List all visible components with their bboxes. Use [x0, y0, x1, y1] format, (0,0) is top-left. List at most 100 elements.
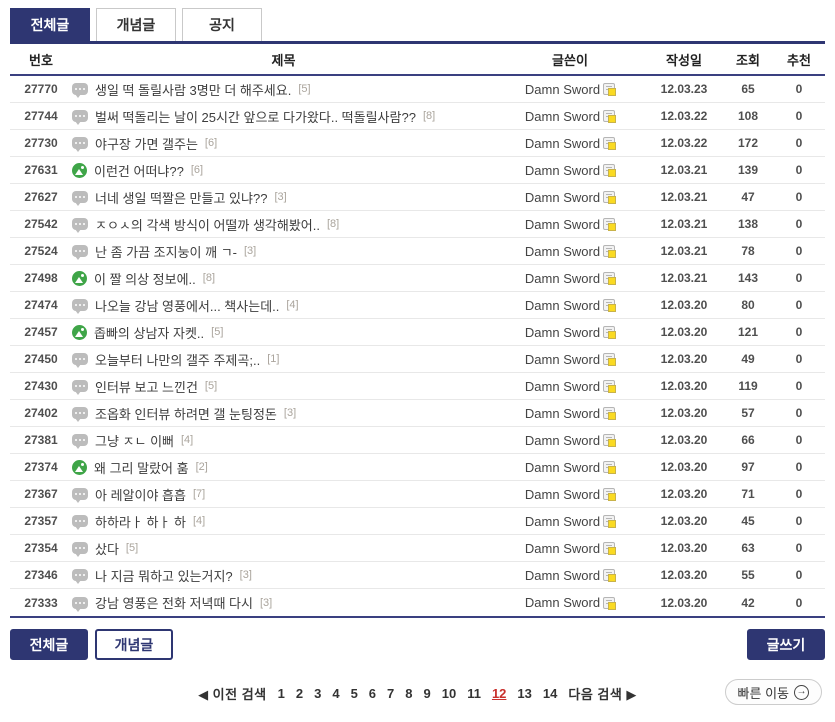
gallog-icon[interactable] — [603, 191, 615, 203]
author-name[interactable]: Damn Sword — [525, 568, 600, 583]
page-3[interactable]: 3 — [314, 686, 321, 701]
author-name[interactable]: Damn Sword — [525, 352, 600, 367]
post-title-link[interactable]: 샀다 — [95, 539, 119, 558]
gallog-icon[interactable] — [603, 515, 615, 527]
comment-count[interactable]: [4] — [286, 299, 298, 311]
gallog-icon[interactable] — [603, 353, 615, 365]
post-title-link[interactable]: 좁빠의 상남자 자켓.. — [94, 323, 204, 342]
post-title-link[interactable]: 아 레알이야 흡흡 — [95, 485, 186, 504]
post-title-link[interactable]: ㅈㅇㅅ의 각색 방식이 어떨까 생각해봤어.. — [95, 215, 320, 234]
post-author[interactable]: Damn Sword — [495, 595, 645, 610]
comment-count[interactable]: [3] — [274, 191, 286, 203]
post-title-link[interactable]: 조옵화 인터뷰 하려면 갤 눈팅정돈 — [95, 404, 277, 423]
author-name[interactable]: Damn Sword — [525, 514, 600, 529]
post-author[interactable]: Damn Sword — [495, 298, 645, 313]
author-name[interactable]: Damn Sword — [525, 406, 600, 421]
comment-count[interactable]: [5] — [205, 380, 217, 392]
post-author[interactable]: Damn Sword — [495, 514, 645, 529]
post-title-link[interactable]: 하하라ㅏ 하ㅏ 하 — [95, 512, 186, 531]
author-name[interactable]: Damn Sword — [525, 136, 600, 151]
gallog-icon[interactable] — [603, 597, 615, 609]
post-title-link[interactable]: 이런건 어떠냐?? — [94, 161, 184, 180]
write-button[interactable]: 글쓰기 — [747, 629, 825, 660]
gallog-icon[interactable] — [603, 137, 615, 149]
post-author[interactable]: Damn Sword — [495, 190, 645, 205]
gallog-icon[interactable] — [603, 326, 615, 338]
comment-count[interactable]: [3] — [284, 407, 296, 419]
author-name[interactable]: Damn Sword — [525, 217, 600, 232]
page-14[interactable]: 14 — [543, 686, 557, 701]
author-name[interactable]: Damn Sword — [525, 244, 600, 259]
post-title-link[interactable]: 벌써 떡돌리는 날이 25시간 앞으로 다가왔다.. 떡돌릴사람?? — [95, 107, 416, 126]
comment-count[interactable]: [4] — [193, 515, 205, 527]
gallog-icon[interactable] — [603, 218, 615, 230]
page-9[interactable]: 9 — [424, 686, 431, 701]
author-name[interactable]: Damn Sword — [525, 487, 600, 502]
post-title-link[interactable]: 너네 생일 떡짤은 만들고 있냐?? — [95, 188, 267, 207]
comment-count[interactable]: [3] — [244, 245, 256, 257]
comment-count[interactable]: [8] — [327, 218, 339, 230]
author-name[interactable]: Damn Sword — [525, 190, 600, 205]
post-author[interactable]: Damn Sword — [495, 325, 645, 340]
comment-count[interactable]: [3] — [260, 597, 272, 609]
comment-count[interactable]: [7] — [193, 488, 205, 500]
tab-concept-posts[interactable]: 개념글 — [96, 8, 176, 41]
post-author[interactable]: Damn Sword — [495, 352, 645, 367]
next-search-button[interactable]: 다음 검색 ▶ — [568, 684, 637, 703]
author-name[interactable]: Damn Sword — [525, 541, 600, 556]
post-author[interactable]: Damn Sword — [495, 568, 645, 583]
author-name[interactable]: Damn Sword — [525, 163, 600, 178]
post-author[interactable]: Damn Sword — [495, 541, 645, 556]
comment-count[interactable]: [5] — [126, 542, 138, 554]
post-title-link[interactable]: 그냥 ㅈㄴ 이뻐 — [95, 431, 174, 450]
author-name[interactable]: Damn Sword — [525, 325, 600, 340]
post-author[interactable]: Damn Sword — [495, 163, 645, 178]
all-posts-button[interactable]: 전체글 — [10, 629, 88, 660]
post-author[interactable]: Damn Sword — [495, 379, 645, 394]
page-8[interactable]: 8 — [405, 686, 412, 701]
post-author[interactable]: Damn Sword — [495, 136, 645, 151]
tab-all-posts[interactable]: 전체글 — [10, 8, 90, 41]
comment-count[interactable]: [4] — [181, 434, 193, 446]
comment-count[interactable]: [6] — [205, 137, 217, 149]
post-title-link[interactable]: 생일 떡 돌릴사람 3명만 더 해주세요. — [95, 80, 291, 99]
comment-count[interactable]: [5] — [211, 326, 223, 338]
author-name[interactable]: Damn Sword — [525, 271, 600, 286]
author-name[interactable]: Damn Sword — [525, 460, 600, 475]
post-title-link[interactable]: 나오늘 강남 영풍에서... 책사는데.. — [95, 296, 279, 315]
comment-count[interactable]: [8] — [423, 110, 435, 122]
post-author[interactable]: Damn Sword — [495, 271, 645, 286]
page-11[interactable]: 11 — [467, 686, 481, 701]
gallog-icon[interactable] — [603, 434, 615, 446]
author-name[interactable]: Damn Sword — [525, 82, 600, 97]
page-10[interactable]: 10 — [442, 686, 456, 701]
gallog-icon[interactable] — [603, 461, 615, 473]
post-title-link[interactable]: 나 지금 뭐하고 있는거지? — [95, 566, 233, 585]
author-name[interactable]: Damn Sword — [525, 595, 600, 610]
comment-count[interactable]: [5] — [298, 83, 310, 95]
page-6[interactable]: 6 — [369, 686, 376, 701]
gallog-icon[interactable] — [603, 542, 615, 554]
gallog-icon[interactable] — [603, 83, 615, 95]
post-author[interactable]: Damn Sword — [495, 244, 645, 259]
post-author[interactable]: Damn Sword — [495, 433, 645, 448]
gallog-icon[interactable] — [603, 299, 615, 311]
author-name[interactable]: Damn Sword — [525, 109, 600, 124]
gallog-icon[interactable] — [603, 110, 615, 122]
post-title-link[interactable]: 강남 영풍은 전화 저녁때 다시 — [95, 593, 253, 612]
post-author[interactable]: Damn Sword — [495, 82, 645, 97]
gallog-icon[interactable] — [603, 245, 615, 257]
author-name[interactable]: Damn Sword — [525, 379, 600, 394]
post-author[interactable]: Damn Sword — [495, 460, 645, 475]
comment-count[interactable]: [6] — [191, 164, 203, 176]
page-13[interactable]: 13 — [517, 686, 531, 701]
comment-count[interactable]: [3] — [240, 569, 252, 581]
page-4[interactable]: 4 — [332, 686, 339, 701]
gallog-icon[interactable] — [603, 569, 615, 581]
post-title-link[interactable]: 인터뷰 보고 느낀건 — [95, 377, 198, 396]
prev-search-button[interactable]: ◀ 이전 검색 — [198, 684, 267, 703]
quick-move-button[interactable]: 빠른 이동 → — [725, 679, 822, 705]
post-author[interactable]: Damn Sword — [495, 487, 645, 502]
concept-posts-button[interactable]: 개념글 — [95, 629, 173, 660]
page-1[interactable]: 1 — [278, 686, 285, 701]
